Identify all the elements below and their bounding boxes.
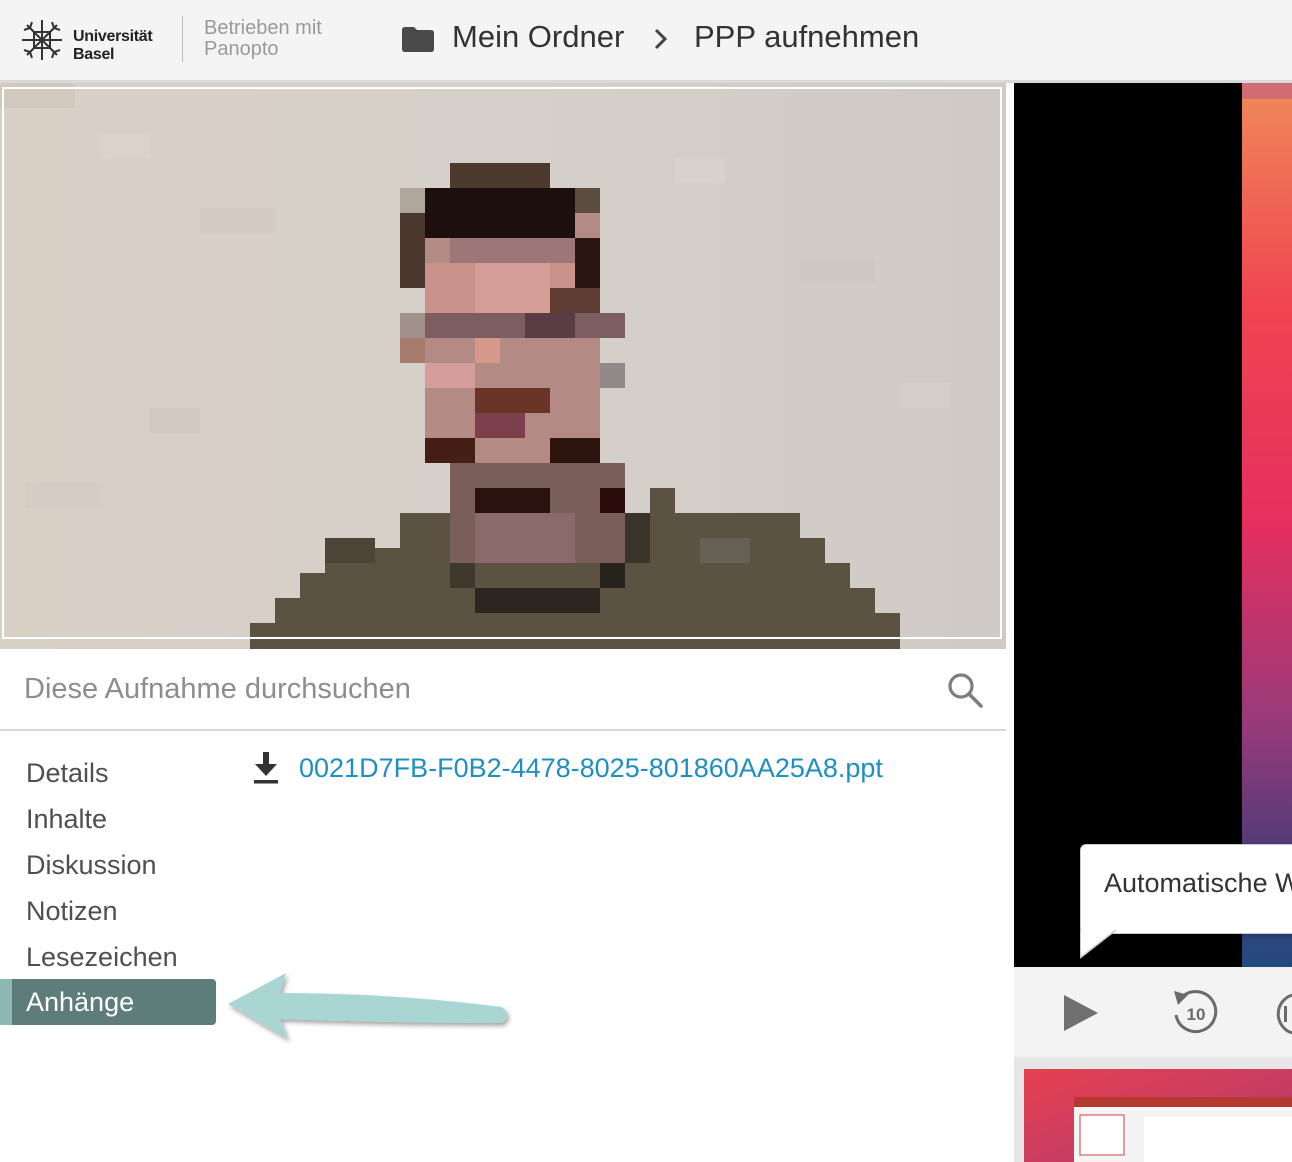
nav-diskussion[interactable]: Diskussion — [26, 849, 157, 881]
search-input[interactable] — [22, 667, 926, 711]
nav-active-indicator — [0, 979, 12, 1025]
nav-inhalte[interactable]: Inhalte — [26, 803, 107, 835]
nav-details[interactable]: Details — [26, 757, 109, 789]
powered-by: Betrieben mit Panopto — [204, 18, 322, 60]
chevron-right-icon — [654, 28, 668, 50]
presenter-video[interactable] — [0, 83, 1006, 649]
search-icon[interactable] — [946, 671, 984, 709]
breadcrumb-mein-ordner[interactable]: Mein Ordner — [452, 18, 624, 56]
slide-thumbnail[interactable] — [1014, 1057, 1292, 1162]
tooltip-tail — [1080, 930, 1117, 959]
logo-line-1: Universität — [73, 28, 153, 45]
slide-video-pane[interactable] — [1014, 83, 1292, 967]
search-bar — [0, 649, 1006, 731]
rewind-10-icon[interactable]: 10 — [1170, 987, 1220, 1039]
secondary-video — [1014, 83, 1292, 967]
folder-icon — [402, 27, 434, 52]
pixelated-video-frame — [0, 83, 1006, 649]
forward-icon[interactable] — [1270, 991, 1292, 1037]
player-controls: 10 — [1014, 967, 1292, 1057]
university-logo-icon[interactable] — [18, 16, 66, 64]
annotation-arrow-icon — [228, 973, 507, 1039]
logo-wordmark: Universität Basel — [73, 28, 153, 64]
play-icon[interactable] — [1062, 993, 1100, 1033]
powered-line-2: Panopto — [204, 38, 279, 60]
nav-anhaenge[interactable]: Anhänge — [26, 986, 134, 1018]
rewind-seconds-label: 10 — [1187, 1005, 1206, 1024]
download-icon[interactable] — [252, 752, 280, 784]
slide-thumbnail-image — [1014, 1057, 1292, 1162]
logo-line-2: Basel — [73, 46, 115, 63]
top-bar: Universität Basel Betrieben mit Panopto … — [0, 0, 1292, 83]
nav-lesezeichen[interactable]: Lesezeichen — [26, 941, 178, 973]
tooltip-text: Automatische W — [1104, 868, 1292, 898]
attachment-link[interactable]: 0021D7FB-F0B2-4478-8025-801860AA25A8.ppt — [299, 752, 883, 784]
header-divider — [182, 16, 183, 62]
nav-notizen[interactable]: Notizen — [26, 895, 118, 927]
powered-line-1: Betrieben mit — [204, 17, 322, 39]
breadcrumb-current: PPP aufnehmen — [694, 19, 920, 54]
